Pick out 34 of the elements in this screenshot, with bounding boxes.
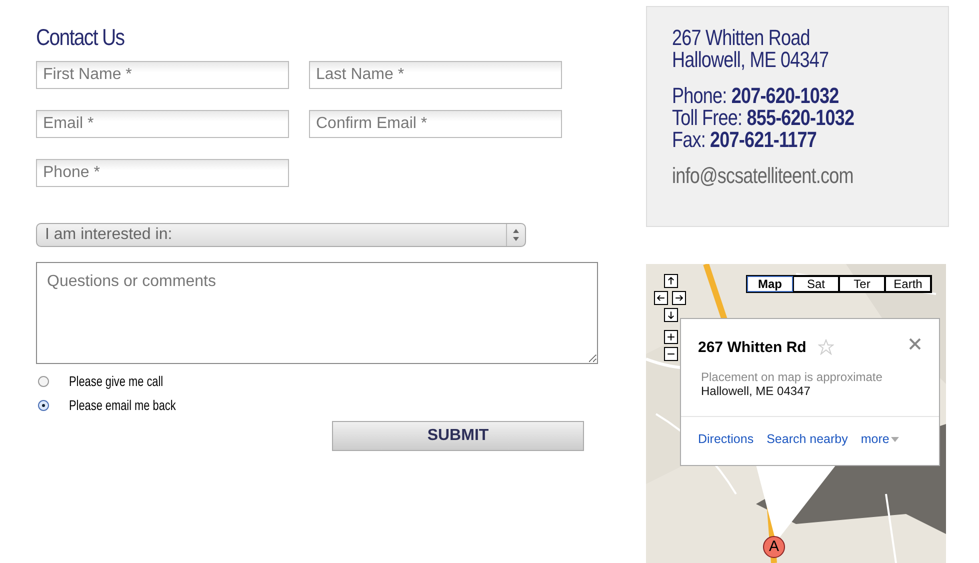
info-link[interactable]: Directions	[698, 432, 754, 446]
zoom-out-icon[interactable]	[664, 347, 678, 361]
comments-field[interactable]: Questions or comments	[36, 262, 598, 364]
text-field[interactable]: Last Name *	[309, 61, 562, 89]
email-address: info@scsatelliteent.com	[672, 165, 854, 187]
map-type-button[interactable]: Ter	[839, 276, 885, 292]
radio-label: Please give me call	[69, 373, 164, 389]
info-link[interactable]: more	[860, 432, 900, 446]
text-field[interactable]: Email *	[36, 110, 289, 138]
map-type-button[interactable]: Map	[747, 276, 793, 292]
place-title: 267 Whitten Rd	[698, 339, 806, 356]
text-field[interactable]: First Name *	[36, 61, 289, 89]
interest-dropdown[interactable]: I am interested in:	[36, 223, 526, 247]
radio-button[interactable]	[38, 400, 49, 410]
map-type-button[interactable]: Earth	[885, 276, 931, 292]
phone-line: Fax: 207-621-1177	[672, 129, 816, 151]
text-field[interactable]: Phone *	[36, 159, 289, 187]
address-line: Hallowell, ME 04347	[672, 49, 829, 71]
radio-label: Please email me back	[69, 397, 176, 413]
place-address: Hallowell, ME 04347	[701, 384, 810, 398]
star-icon[interactable]	[818, 339, 834, 355]
address-line: 267 Whitten Road	[672, 27, 810, 49]
map-type-button[interactable]: Sat	[793, 276, 839, 292]
submit-button[interactable]: SUBMIT	[332, 421, 584, 451]
info-link[interactable]: Search nearby	[766, 432, 848, 446]
text-field[interactable]: Confirm Email *	[309, 110, 562, 138]
zoom-in-icon[interactable]	[664, 330, 678, 344]
caret-icon	[891, 437, 900, 442]
phone-line: Toll Free: 855-620-1032	[672, 107, 854, 129]
page-heading: Contact Us	[36, 24, 124, 51]
radio-button[interactable]	[38, 376, 49, 386]
phone-line: Phone: 207-620-1032	[672, 85, 839, 107]
close-icon[interactable]	[909, 338, 921, 350]
placement-note: Placement on map is approximate	[701, 370, 882, 384]
